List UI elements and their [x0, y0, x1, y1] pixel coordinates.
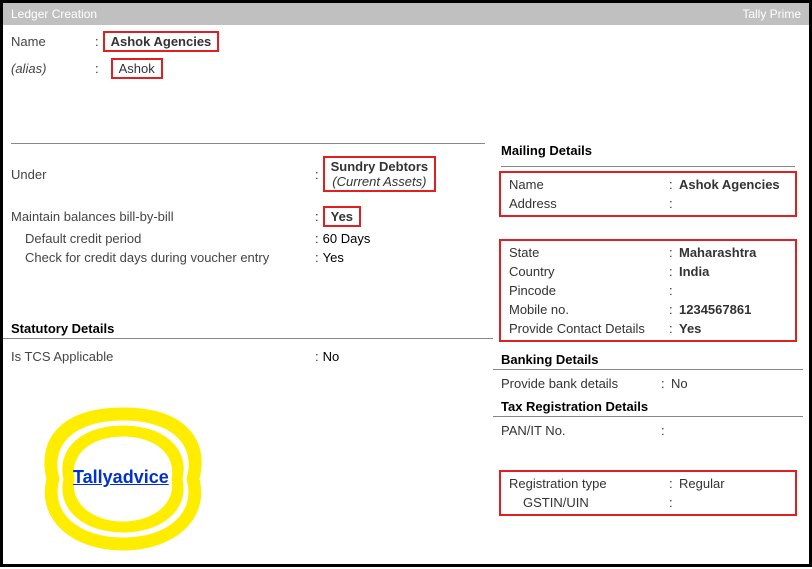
mailing-name-row: Name : Ashok Agencies: [501, 175, 795, 194]
gstin-label: GSTIN/UIN: [509, 495, 669, 510]
watermark: Tallyadvice: [33, 399, 243, 569]
checkcredit-value[interactable]: Yes: [323, 250, 344, 265]
mailing-name-label: Name: [509, 177, 669, 192]
contact-value[interactable]: Yes: [679, 321, 787, 336]
tcs-label: Is TCS Applicable: [11, 349, 311, 364]
billbybill-value[interactable]: Yes: [323, 206, 361, 227]
country-label: Country: [509, 264, 669, 279]
checkcredit-row: Check for credit days during voucher ent…: [3, 248, 493, 267]
mailing-address-row: Address :: [501, 194, 795, 213]
pan-label: PAN/IT No.: [501, 423, 661, 438]
mailing-box: Name : Ashok Agencies Address :: [499, 171, 797, 217]
gstin-value[interactable]: [679, 495, 787, 510]
under-label: Under: [11, 167, 311, 182]
watermark-text: Tallyadvice: [73, 467, 169, 488]
pincode-value[interactable]: [679, 283, 787, 298]
location-box: State:Maharashtra Country:India Pincode:…: [499, 239, 797, 342]
mailing-name-value[interactable]: Ashok Agencies: [679, 177, 787, 192]
mailing-head: Mailing Details: [493, 139, 803, 162]
banking-head: Banking Details: [493, 348, 803, 370]
regtype-box: Registration type:Regular GSTIN/UIN:: [499, 470, 797, 516]
under-valuebox[interactable]: Sundry Debtors (Current Assets): [323, 156, 437, 192]
window-frame: Ledger Creation Tally Prime Name : Ashok…: [0, 0, 812, 567]
tcs-value[interactable]: No: [323, 349, 340, 364]
name-value[interactable]: Ashok Agencies: [103, 31, 220, 52]
title-left: Ledger Creation: [11, 7, 97, 21]
name-label: Name: [11, 34, 91, 49]
alias-label: (alias): [11, 61, 91, 76]
regtype-label: Registration type: [509, 476, 669, 491]
contact-label: Provide Contact Details: [509, 321, 669, 336]
state-label: State: [509, 245, 669, 260]
billbybill-label: Maintain balances bill-by-bill: [11, 209, 311, 224]
pincode-label: Pincode: [509, 283, 669, 298]
under-value: Sundry Debtors: [331, 159, 429, 174]
regtype-value[interactable]: Regular: [679, 476, 787, 491]
mobile-value[interactable]: 1234567861: [679, 302, 787, 317]
billbybill-row: Maintain balances bill-by-bill : Yes: [3, 204, 493, 229]
creditperiod-row: Default credit period : 60 Days: [3, 229, 493, 248]
creditperiod-label: Default credit period: [25, 231, 311, 246]
state-value[interactable]: Maharashtra: [679, 245, 787, 260]
taxreg-head: Tax Registration Details: [493, 395, 803, 417]
title-right: Tally Prime: [742, 7, 801, 21]
under-sub: (Current Assets): [332, 174, 426, 189]
statutory-head: Statutory Details: [3, 317, 493, 339]
mobile-label: Mobile no.: [509, 302, 669, 317]
checkcredit-label: Check for credit days during voucher ent…: [25, 250, 311, 265]
creditperiod-value[interactable]: 60 Days: [323, 231, 371, 246]
alias-value[interactable]: Ashok: [111, 58, 163, 79]
tcs-row: Is TCS Applicable : No: [3, 347, 493, 366]
name-row: Name : Ashok Agencies: [3, 29, 809, 54]
alias-row: (alias) : Ashok: [3, 56, 809, 81]
pan-value[interactable]: [671, 423, 795, 438]
bankdetails-label: Provide bank details: [501, 376, 661, 391]
mailing-address-label: Address: [509, 196, 669, 211]
country-value[interactable]: India: [679, 264, 787, 279]
titlebar: Ledger Creation Tally Prime: [3, 3, 809, 25]
bankdetails-value[interactable]: No: [671, 376, 795, 391]
mailing-address-value[interactable]: [679, 196, 787, 211]
under-row: Under : Sundry Debtors (Current Assets): [3, 154, 493, 194]
